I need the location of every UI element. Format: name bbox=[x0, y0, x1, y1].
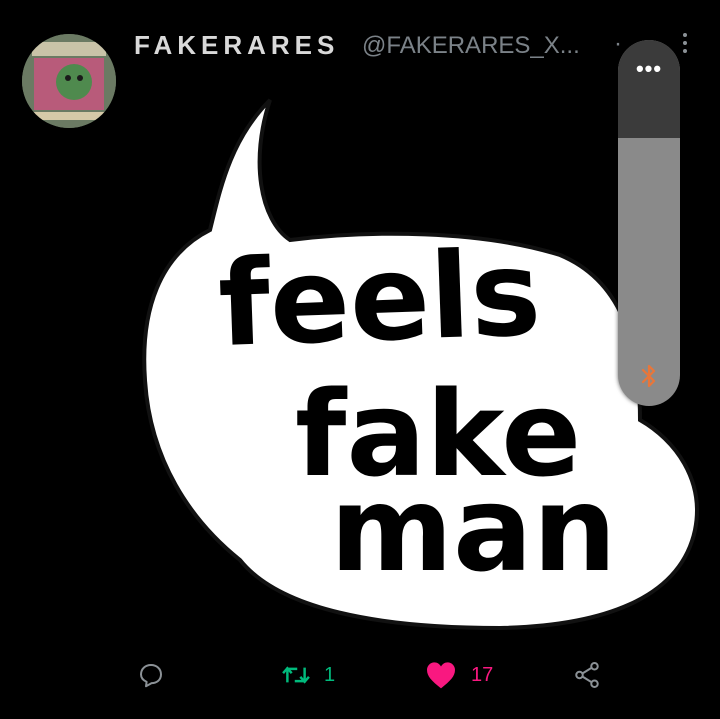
meme-line-1: feels bbox=[216, 224, 543, 373]
retweet-button[interactable]: 1 bbox=[280, 658, 335, 692]
slider-empty-track bbox=[618, 40, 680, 138]
meme-line-3: man bbox=[330, 460, 617, 598]
reply-button[interactable] bbox=[136, 658, 166, 692]
display-name[interactable]: FAKERARES bbox=[134, 30, 339, 61]
share-icon bbox=[575, 662, 599, 688]
heart-icon bbox=[427, 662, 455, 689]
retweet-icon bbox=[282, 666, 310, 684]
retweet-count: 1 bbox=[324, 663, 336, 686]
like-button[interactable]: 17 bbox=[425, 658, 493, 692]
share-button[interactable] bbox=[572, 658, 602, 692]
avatar[interactable] bbox=[22, 34, 116, 128]
volume-slider-panel[interactable]: ••• bbox=[618, 40, 680, 406]
reply-icon bbox=[140, 664, 162, 688]
user-handle[interactable]: @FAKERARES_X... bbox=[362, 32, 594, 60]
more-horizontal-icon[interactable]: ••• bbox=[618, 58, 680, 80]
like-count: 17 bbox=[471, 663, 494, 686]
tweet-card: FAKERARES @FAKERARES_X... · feels fake m… bbox=[0, 0, 720, 719]
bluetooth-icon[interactable] bbox=[638, 362, 660, 390]
